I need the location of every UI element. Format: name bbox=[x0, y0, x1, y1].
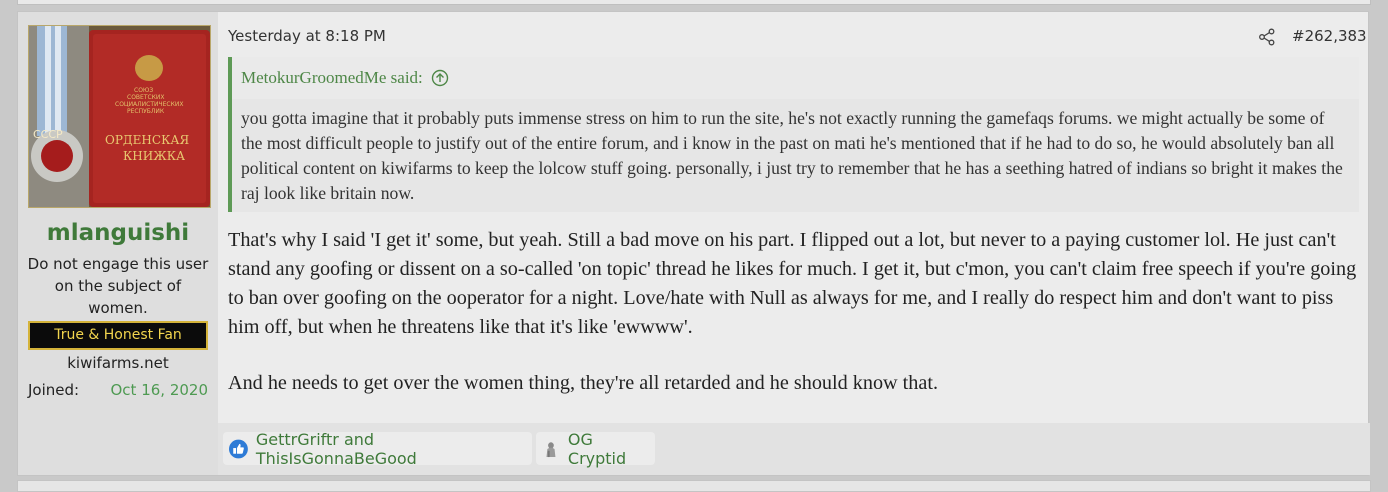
avatar-cccp: СССР bbox=[33, 128, 63, 141]
next-post-edge bbox=[17, 480, 1371, 492]
joined-date: Oct 16, 2020 bbox=[110, 381, 209, 399]
cryptid-icon bbox=[546, 441, 556, 457]
avatar[interactable]: СССР СОЮЗ СОВЕТСКИХ СОЦИАЛИСТИЧЕСКИХ РЕС… bbox=[28, 25, 211, 208]
avatar-emblem-line-4: РЕСПУБЛИК bbox=[127, 108, 165, 115]
quote-author[interactable]: MetokurGroomedMe said: bbox=[241, 68, 423, 88]
reaction-like-label: GettrGriftr and ThisIsGonnaBeGood bbox=[255, 429, 417, 468]
forum-post: СССР СОЮЗ СОВЕТСКИХ СОЦИАЛИСТИЧЕСКИХ РЕС… bbox=[17, 11, 1370, 476]
previous-post-edge bbox=[17, 0, 1371, 5]
reactions-bar: GettrGriftr and ThisIsGonnaBeGood OG Cry… bbox=[218, 423, 1370, 475]
user-site: kiwifarms.net bbox=[67, 354, 169, 372]
joined-label: Joined: bbox=[28, 381, 80, 399]
user-banner: True & Honest Fan bbox=[28, 321, 208, 350]
like-icon bbox=[229, 439, 248, 458]
avatar-image: СССР СОЮЗ СОВЕТСКИХ СОЦИАЛИСТИЧЕСКИХ РЕС… bbox=[29, 26, 210, 207]
share-icon[interactable] bbox=[1258, 28, 1276, 46]
message-paragraph-1: That's why I said 'I get it' some, but y… bbox=[228, 229, 1357, 338]
quote-text: you gotta imagine that it probably puts … bbox=[241, 108, 1343, 203]
message-paragraph-2: And he needs to get over the women thing… bbox=[228, 372, 939, 394]
avatar-text-line-2: КНИЖКА bbox=[123, 149, 185, 163]
post-number[interactable]: #262,383 bbox=[1292, 27, 1367, 45]
post-timestamp[interactable]: Yesterday at 8:18 PM bbox=[228, 27, 386, 45]
username[interactable]: mlanguishi bbox=[18, 220, 218, 246]
avatar-emblem-line-2: СОВЕТСКИХ bbox=[127, 94, 165, 101]
arrow-up-circle-icon[interactable] bbox=[431, 69, 449, 87]
user-sidebar: СССР СОЮЗ СОВЕТСКИХ СОЦИАЛИСТИЧЕСКИХ РЕС… bbox=[18, 12, 218, 475]
reaction-og-cryptid[interactable]: OG Cryptid bbox=[536, 429, 655, 468]
user-title: Do not engage this user on the subject o… bbox=[27, 255, 209, 317]
reaction-like[interactable]: GettrGriftr and ThisIsGonnaBeGood bbox=[223, 429, 532, 468]
message-body: That's why I said 'I get it' some, but y… bbox=[228, 226, 1363, 398]
post-content: Yesterday at 8:18 PM #262,383 MetokurGro… bbox=[218, 12, 1370, 475]
avatar-emblem-line-1: СОЮЗ bbox=[134, 87, 153, 94]
reaction-og-cryptid-label: OG Cryptid bbox=[567, 429, 627, 468]
avatar-text-line-1: ОРДЕНСКАЯ bbox=[105, 133, 189, 147]
quote-header: MetokurGroomedMe said: bbox=[232, 57, 1359, 99]
avatar-emblem-line-3: СОЦИАЛИСТИЧЕСКИХ bbox=[115, 101, 183, 108]
quote-block: MetokurGroomedMe said: you gotta imagine… bbox=[228, 57, 1359, 212]
